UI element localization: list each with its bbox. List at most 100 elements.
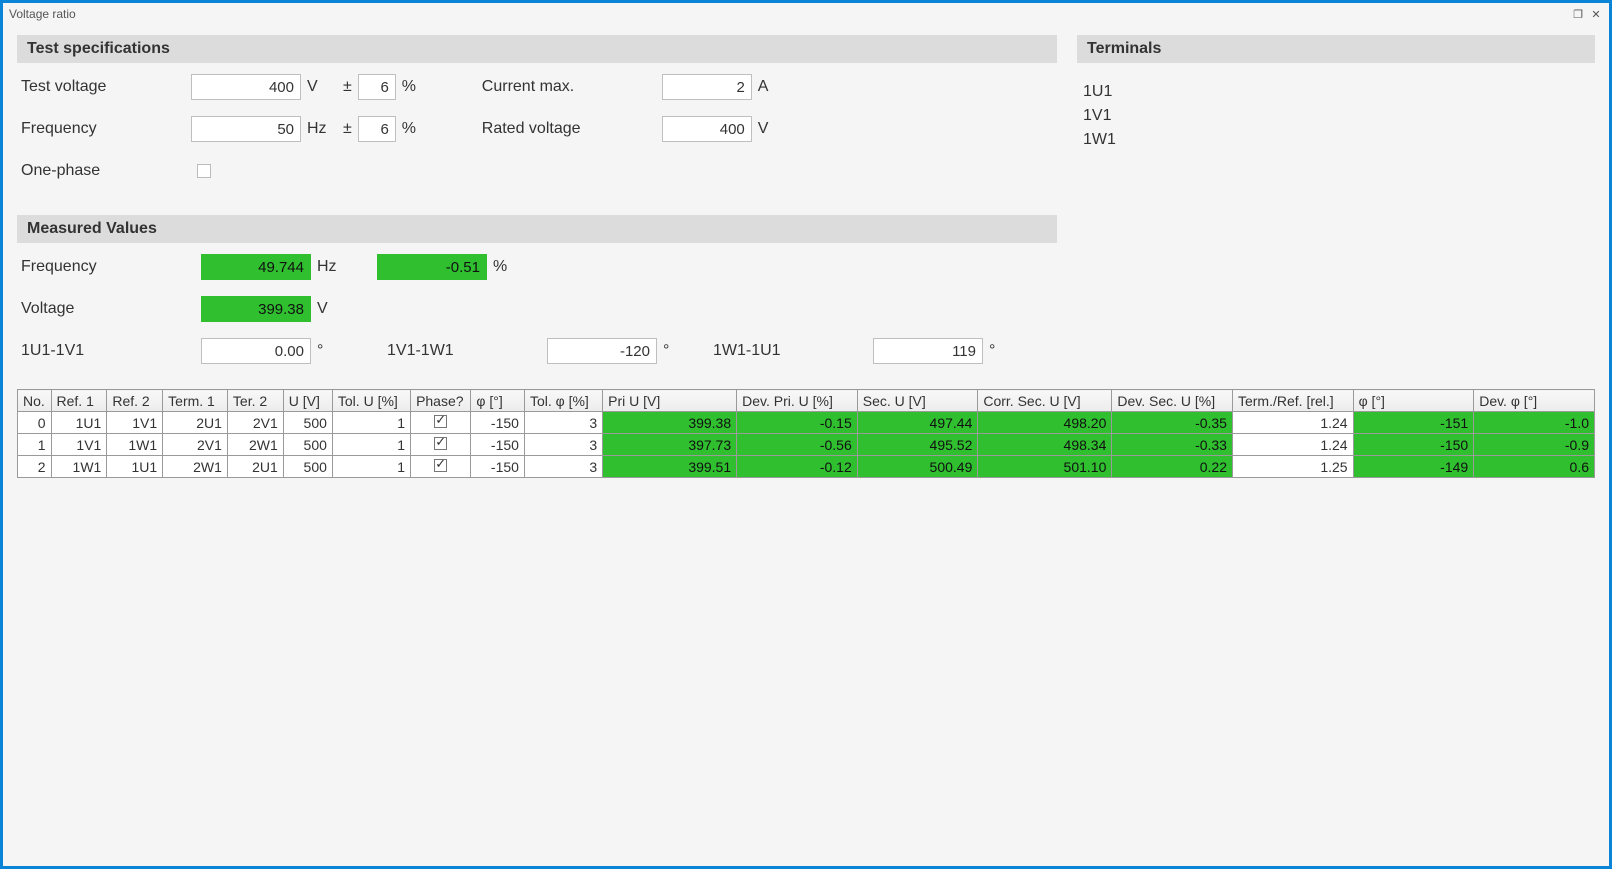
phase-checkbox[interactable] <box>434 459 447 472</box>
terminal-item[interactable]: 1V1 <box>1083 107 1589 125</box>
column-header[interactable]: Term./Ref. [rel.] <box>1232 390 1353 412</box>
cell-corrsec: 501.10 <box>978 456 1112 478</box>
test-voltage-tol-input[interactable] <box>358 74 396 100</box>
cell-devpri: -0.56 <box>737 434 858 456</box>
label-one-phase: One-phase <box>21 162 191 180</box>
cell-corrsec: 498.34 <box>978 434 1112 456</box>
column-header[interactable]: φ [°] <box>471 390 525 412</box>
rated-voltage-input[interactable] <box>662 116 752 142</box>
cell-devphi: -1.0 <box>1474 412 1595 434</box>
column-header[interactable]: Dev. Pri. U [%] <box>737 390 858 412</box>
cell-priu: 397.73 <box>603 434 737 456</box>
label-phase-1w1-1u1: 1W1-1U1 <box>713 342 803 360</box>
table-row[interactable]: 01U11V12U12V15001-1503399.38-0.15497.444… <box>18 412 1595 434</box>
cell-no: 2 <box>18 456 52 478</box>
phase-1v1-1w1-value: -120 <box>547 338 657 364</box>
table-row[interactable]: 11V11W12V12W15001-1503397.73-0.56495.524… <box>18 434 1595 456</box>
label-test-voltage: Test voltage <box>21 78 191 96</box>
table-row[interactable]: 21W11U12W12U15001-1503399.51-0.12500.495… <box>18 456 1595 478</box>
unit-v: V <box>317 300 339 318</box>
column-header[interactable]: Ref. 1 <box>51 390 107 412</box>
terminal-item[interactable]: 1U1 <box>1083 83 1589 101</box>
cell-devsec: -0.33 <box>1112 434 1233 456</box>
cell-tolu: 1 <box>332 412 410 434</box>
frequency-tol-input[interactable] <box>358 116 396 142</box>
phase-checkbox[interactable] <box>434 437 447 450</box>
section-test-specifications: Test specifications <box>17 35 1057 63</box>
cell-tolphi: 3 <box>524 412 602 434</box>
unit-percent: % <box>402 120 424 138</box>
unit-hz: Hz <box>307 120 329 138</box>
cell-t2: 2U1 <box>227 456 283 478</box>
column-header[interactable]: Corr. Sec. U [V] <box>978 390 1112 412</box>
meas-voltage-value: 399.38 <box>201 296 311 322</box>
cell-secu: 500.49 <box>857 456 978 478</box>
cell-r1: 1U1 <box>51 412 107 434</box>
column-header[interactable]: Sec. U [V] <box>857 390 978 412</box>
column-header[interactable]: Dev. Sec. U [%] <box>1112 390 1233 412</box>
column-header[interactable]: Tol. U [%] <box>332 390 410 412</box>
cell-termrel: 1.24 <box>1232 412 1353 434</box>
label-meas-voltage: Voltage <box>21 300 201 318</box>
cell-phi2: -151 <box>1353 412 1474 434</box>
close-icon[interactable]: ✕ <box>1589 7 1603 21</box>
column-header[interactable]: φ [°] <box>1353 390 1474 412</box>
column-header[interactable]: Phase? <box>411 390 471 412</box>
cell-tolphi: 3 <box>524 456 602 478</box>
cell-corrsec: 498.20 <box>978 412 1112 434</box>
cell-priu: 399.51 <box>603 456 737 478</box>
meas-frequency-dev: -0.51 <box>377 254 487 280</box>
column-header[interactable]: Ter. 2 <box>227 390 283 412</box>
phase-1w1-1u1-value: 119 <box>873 338 983 364</box>
cell-devphi: 0.6 <box>1474 456 1595 478</box>
cell-r2: 1U1 <box>107 456 163 478</box>
section-terminals: Terminals <box>1077 35 1595 63</box>
frequency-input[interactable] <box>191 116 301 142</box>
cell-u: 500 <box>283 434 332 456</box>
unit-hz: Hz <box>317 258 339 276</box>
column-header[interactable]: Dev. φ [°] <box>1474 390 1595 412</box>
unit-deg: ° <box>317 342 339 360</box>
current-max-input[interactable] <box>662 74 752 100</box>
column-header[interactable]: Term. 1 <box>163 390 228 412</box>
maximize-icon[interactable]: ❐ <box>1571 7 1585 21</box>
voltage-ratio-window: Voltage ratio ❐ ✕ Test specifications Te… <box>0 0 1612 869</box>
label-frequency: Frequency <box>21 120 191 138</box>
unit-percent: % <box>493 258 515 276</box>
cell-secu: 497.44 <box>857 412 978 434</box>
column-header[interactable]: Tol. φ [%] <box>524 390 602 412</box>
cell-t1: 2U1 <box>163 412 228 434</box>
titlebar: Voltage ratio ❐ ✕ <box>3 3 1609 25</box>
label-meas-frequency: Frequency <box>21 258 201 276</box>
window-title: Voltage ratio <box>9 7 76 21</box>
cell-devphi: -0.9 <box>1474 434 1595 456</box>
test-voltage-input[interactable] <box>191 74 301 100</box>
meas-frequency-value: 49.744 <box>201 254 311 280</box>
cell-devsec: 0.22 <box>1112 456 1233 478</box>
label-current-max: Current max. <box>482 78 592 96</box>
cell-phi2: -150 <box>1353 434 1474 456</box>
column-header[interactable]: U [V] <box>283 390 332 412</box>
cell-tolu: 1 <box>332 434 410 456</box>
column-header[interactable]: Ref. 2 <box>107 390 163 412</box>
cell-r1: 1W1 <box>51 456 107 478</box>
cell-phi2: -149 <box>1353 456 1474 478</box>
cell-ph <box>411 434 471 456</box>
cell-u: 500 <box>283 412 332 434</box>
one-phase-checkbox[interactable] <box>197 164 211 178</box>
cell-ph <box>411 412 471 434</box>
cell-termrel: 1.25 <box>1232 456 1353 478</box>
cell-r2: 1V1 <box>107 412 163 434</box>
section-measured-values: Measured Values <box>17 215 1057 243</box>
cell-phi: -150 <box>471 434 525 456</box>
results-table[interactable]: No.Ref. 1Ref. 2Term. 1Ter. 2U [V]Tol. U … <box>17 389 1595 478</box>
phase-checkbox[interactable] <box>434 415 447 428</box>
cell-t2: 2W1 <box>227 434 283 456</box>
column-header[interactable]: No. <box>18 390 52 412</box>
column-header[interactable]: Pri U [V] <box>603 390 737 412</box>
cell-phi: -150 <box>471 456 525 478</box>
plusminus-icon: ± <box>343 120 352 138</box>
cell-tolphi: 3 <box>524 434 602 456</box>
label-phase-1u1-1v1: 1U1-1V1 <box>21 342 201 360</box>
terminal-item[interactable]: 1W1 <box>1083 131 1589 149</box>
